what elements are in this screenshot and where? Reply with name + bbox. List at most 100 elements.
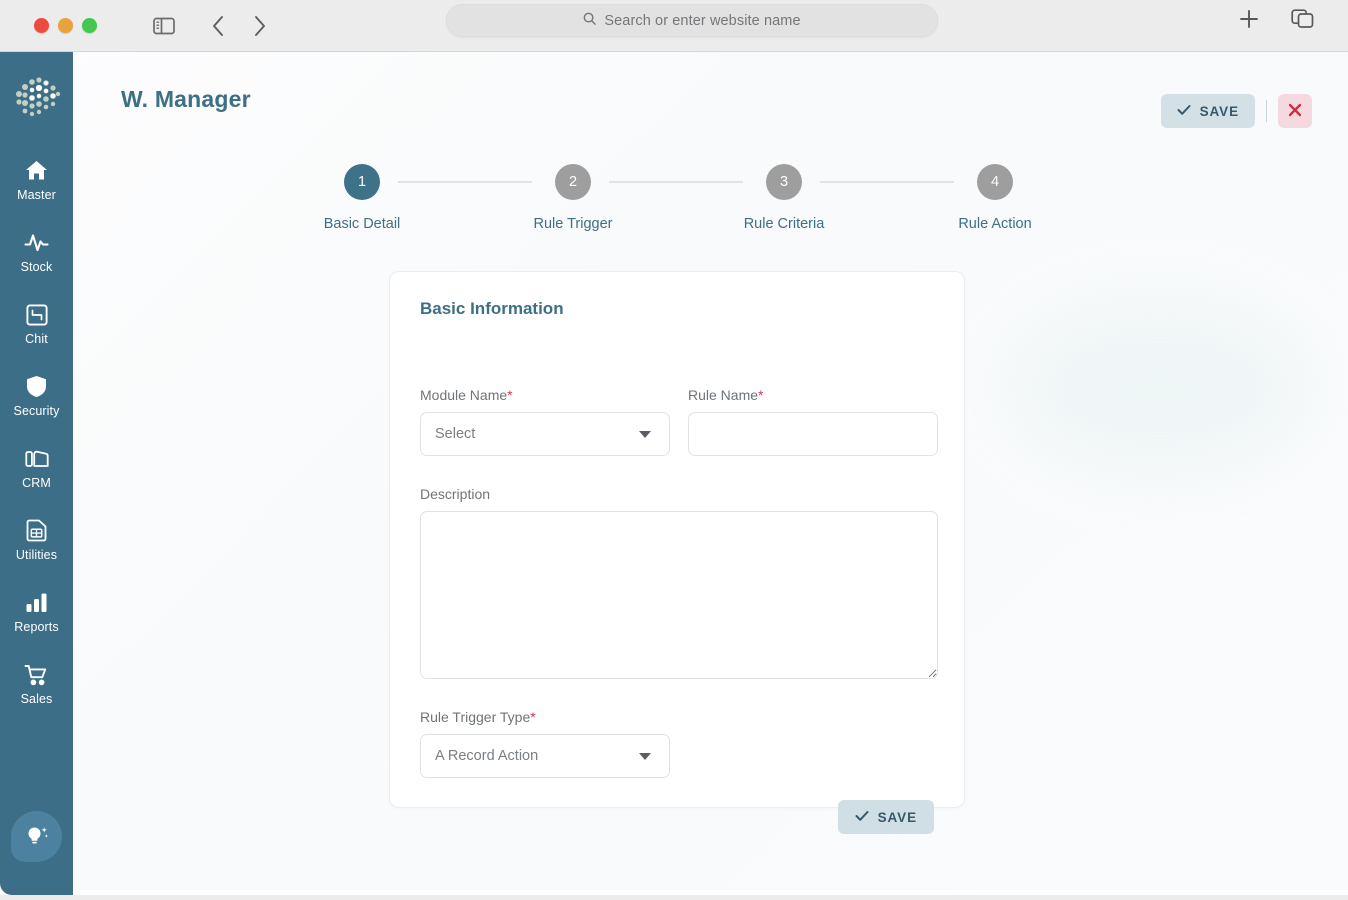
- rule-trigger-type-select[interactable]: A Record Action: [420, 734, 670, 778]
- browser-right-actions: [1234, 4, 1318, 34]
- sidebar-label-utilities: Utilities: [15, 547, 58, 562]
- stepper-connector-2: [609, 181, 743, 183]
- page-header: W. Manager SAVE: [73, 52, 1348, 162]
- save-button[interactable]: SAVE: [1160, 94, 1255, 128]
- stepper-label-4: Rule Action: [958, 216, 1032, 232]
- rule-trigger-type-field: Rule Trigger Type* A Record Action: [420, 709, 670, 778]
- stepper-step-1[interactable]: 1: [344, 164, 380, 200]
- shield-icon: [26, 375, 47, 399]
- rule-trigger-type-label: Rule Trigger Type*: [420, 709, 670, 725]
- save-button-label: SAVE: [1199, 103, 1239, 119]
- description-label: Description: [420, 486, 491, 502]
- stepper-label-2: Rule Trigger: [533, 216, 613, 232]
- sidebar-icon[interactable]: [149, 11, 179, 41]
- stepper-connector-1: [398, 181, 532, 183]
- stepper-step-4[interactable]: 4: [977, 164, 1013, 200]
- module-name-select[interactable]: Select: [420, 412, 670, 456]
- card-title: Basic Information: [420, 299, 564, 318]
- chevron-down-icon: [639, 752, 651, 760]
- module-name-field: Module Name* Select: [420, 387, 670, 456]
- maximize-window-button[interactable]: [82, 18, 97, 33]
- rule-name-label-text: Rule Name: [688, 387, 759, 403]
- header-divider: [1266, 100, 1267, 122]
- page-title: W. Manager: [121, 86, 251, 112]
- card-save-button-label: SAVE: [877, 809, 917, 825]
- application-viewport: Master Stock Chit Security CRM Utilities…: [0, 52, 1348, 895]
- stepper-track: 1 2 3 4 Basic Detail Rule Trigger Rule C…: [320, 164, 1060, 232]
- required-marker: *: [530, 709, 536, 725]
- stepper-step-2[interactable]: 2: [555, 164, 591, 200]
- sidebar-label-sales: Sales: [20, 691, 53, 706]
- check-icon: [855, 810, 869, 825]
- pulse-icon: [24, 231, 49, 255]
- stepper-label-1: Basic Detail: [323, 216, 401, 232]
- home-icon: [25, 159, 48, 183]
- browser-titlebar: Search or enter website name: [0, 0, 1348, 52]
- background-decoration: [1010, 302, 1310, 472]
- crop-square-icon: [25, 303, 48, 327]
- stepper-step-3-number: 3: [779, 174, 789, 190]
- basic-information-card: Basic Information Module Name* Select Ru…: [389, 271, 965, 834]
- close-window-button[interactable]: [34, 18, 49, 33]
- sidebar-item-utilities[interactable]: Utilities: [0, 504, 73, 576]
- stepper-step-3[interactable]: 3: [766, 164, 802, 200]
- tab-overview-icon[interactable]: [1288, 4, 1318, 34]
- wizard-stepper: 1 2 3 4 Basic Detail Rule Trigger Rule C…: [320, 164, 1060, 254]
- sidebar-label-security: Security: [13, 403, 60, 418]
- sidebar-item-master[interactable]: Master: [0, 144, 73, 216]
- sidebar-item-list: Master Stock Chit Security CRM Utilities…: [0, 144, 73, 720]
- sidebar-item-security[interactable]: Security: [0, 360, 73, 432]
- traffic-light-group: [34, 18, 97, 33]
- minimize-window-button[interactable]: [58, 18, 73, 33]
- page-header-actions: SAVE: [1160, 94, 1312, 128]
- sidebar-label-chit: Chit: [25, 331, 48, 346]
- stepper-step-1-number: 1: [357, 174, 367, 190]
- chevron-right-icon[interactable]: [245, 11, 275, 41]
- sidebar-label-stock: Stock: [20, 259, 53, 274]
- sidebar-label-crm: CRM: [22, 475, 51, 490]
- address-bar-placeholder: Search or enter website name: [604, 12, 801, 29]
- bar-chart-icon: [25, 591, 48, 615]
- rule-trigger-type-value: A Record Action: [435, 748, 539, 764]
- rule-trigger-type-label-text: Rule Trigger Type: [420, 709, 531, 725]
- stepper-step-4-number: 4: [990, 174, 1000, 190]
- chevron-left-icon[interactable]: [203, 11, 233, 41]
- module-name-label: Module Name*: [420, 387, 670, 403]
- chevron-down-icon: [639, 430, 651, 438]
- sidebar-label-reports: Reports: [14, 619, 59, 634]
- rule-name-field: Rule Name*: [688, 387, 938, 456]
- sidebar-item-crm[interactable]: CRM: [0, 432, 73, 504]
- sidebar-item-stock[interactable]: Stock: [0, 216, 73, 288]
- brain-dots-logo[interactable]: [8, 68, 66, 126]
- stepper-step-2-number: 2: [568, 174, 578, 190]
- description-textarea[interactable]: [420, 511, 938, 679]
- lightbulb-sparkle-icon[interactable]: [11, 811, 62, 862]
- module-name-label-text: Module Name: [420, 387, 508, 403]
- rule-name-label: Rule Name*: [688, 387, 938, 403]
- card-save-button[interactable]: SAVE: [837, 800, 934, 834]
- description-field: Description: [420, 486, 938, 684]
- window-bottom-edge: [0, 890, 1348, 895]
- sidebar-label-master: Master: [17, 187, 56, 202]
- sidebar-item-chit[interactable]: Chit: [0, 288, 73, 360]
- close-x-icon: [1288, 103, 1302, 120]
- search-icon: [583, 12, 597, 30]
- stepper-connector-3: [820, 181, 954, 183]
- shopping-cart-icon: [24, 663, 49, 687]
- close-button[interactable]: [1278, 94, 1312, 128]
- rule-name-input[interactable]: [688, 412, 938, 456]
- sim-card-icon: [26, 519, 47, 543]
- contact-card-icon: [24, 447, 49, 471]
- required-marker: *: [758, 387, 764, 403]
- sidebar-item-sales[interactable]: Sales: [0, 648, 73, 720]
- address-bar[interactable]: Search or enter website name: [446, 4, 938, 37]
- plus-icon[interactable]: [1234, 4, 1264, 34]
- sidebar-nav: Master Stock Chit Security CRM Utilities…: [0, 52, 73, 895]
- sidebar-item-reports[interactable]: Reports: [0, 576, 73, 648]
- browser-window: Search or enter website name Master Stoc…: [0, 0, 1348, 900]
- form-row-names: Module Name* Select Rule Name*: [420, 387, 938, 456]
- stepper-label-3: Rule Criteria: [743, 216, 825, 232]
- module-name-value: Select: [435, 426, 476, 442]
- required-marker: *: [507, 387, 513, 403]
- check-icon: [1177, 104, 1191, 119]
